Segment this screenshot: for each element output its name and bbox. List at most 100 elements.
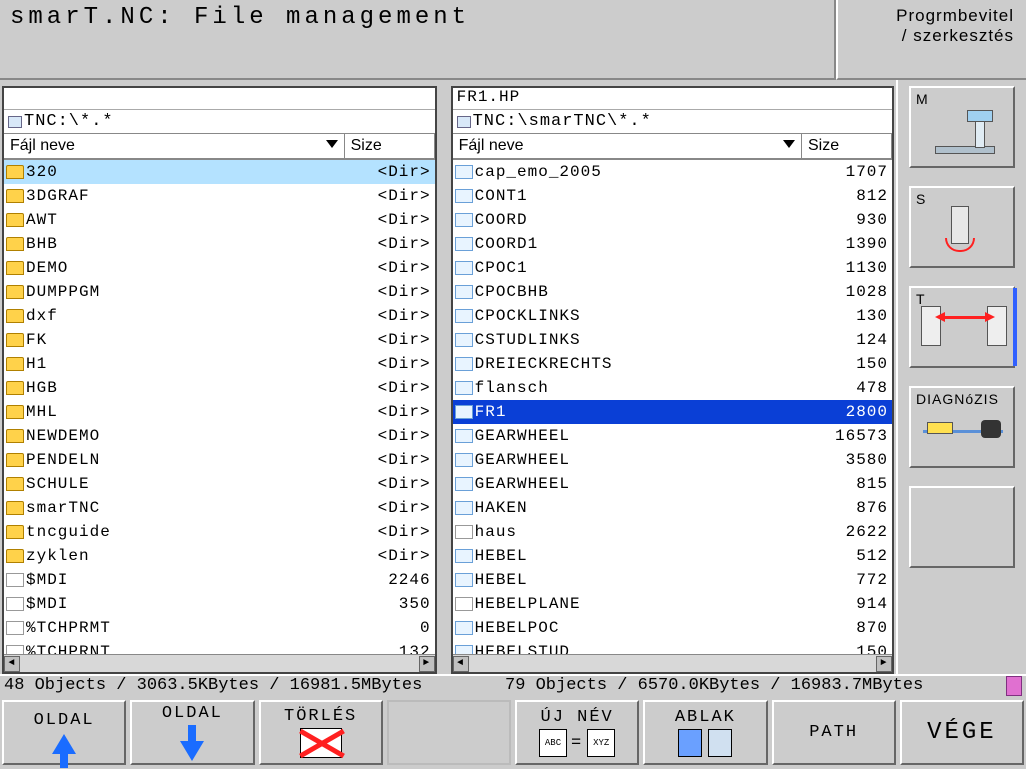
file-row[interactable]: dxf<Dir> <box>4 304 435 328</box>
side-button-machine[interactable]: M <box>909 86 1015 168</box>
file-row[interactable]: smarTNC<Dir> <box>4 496 435 520</box>
file-row[interactable]: zyklen<Dir> <box>4 544 435 568</box>
file-row[interactable]: CPOCKLINKS130 <box>453 304 892 328</box>
left-col-name[interactable]: Fájl neve <box>4 134 345 158</box>
file-row[interactable]: NEWDEMO<Dir> <box>4 424 435 448</box>
file-size: 870 <box>804 619 890 637</box>
dropdown-icon[interactable] <box>326 140 338 148</box>
file-row[interactable]: PENDELN<Dir> <box>4 448 435 472</box>
file-size: 2246 <box>347 571 433 589</box>
scroll-left-icon[interactable]: ◄ <box>453 656 469 672</box>
file-row[interactable]: FK<Dir> <box>4 328 435 352</box>
scroll-left-icon[interactable]: ◄ <box>4 656 20 672</box>
window-icon <box>678 729 732 757</box>
file-row[interactable]: $MDI2246 <box>4 568 435 592</box>
file-name: DREIECKRECHTS <box>475 355 804 373</box>
side-button-tool[interactable]: T <box>909 286 1015 368</box>
file-name: $MDI <box>26 571 347 589</box>
softkey-end[interactable]: VÉGE <box>900 700 1024 765</box>
file-row[interactable]: HEBELPOC870 <box>453 616 892 640</box>
file-row[interactable]: cap_emo_20051707 <box>453 160 892 184</box>
file-row[interactable]: DREIECKRECHTS150 <box>453 352 892 376</box>
delete-x-icon <box>300 728 342 758</box>
right-file-list[interactable]: cap_emo_20051707CONT1812COORD930COORD113… <box>453 160 892 654</box>
file-row[interactable]: HEBELPLANE914 <box>453 592 892 616</box>
file-row[interactable]: HAKEN876 <box>453 496 892 520</box>
left-col-size[interactable]: Size <box>345 134 435 158</box>
side-button-diag[interactable]: DIAGNóZIS <box>909 386 1015 468</box>
file-row[interactable]: FR12800 <box>453 400 892 424</box>
file-row[interactable]: SCHULE<Dir> <box>4 472 435 496</box>
file-pane-left[interactable]: TNC:\*.* Fájl neve Size 320<Dir>3DGRAF<D… <box>2 86 437 674</box>
file-name: FR1 <box>475 403 804 421</box>
file-icon <box>455 261 473 275</box>
file-row[interactable]: $MDI350 <box>4 592 435 616</box>
file-row[interactable]: AWT<Dir> <box>4 208 435 232</box>
side-button-empty[interactable] <box>909 486 1015 568</box>
file-row[interactable]: MHL<Dir> <box>4 400 435 424</box>
arrow-down-icon <box>180 741 204 761</box>
file-size: 124 <box>804 331 890 349</box>
right-input[interactable]: FR1.HP <box>453 88 892 110</box>
file-row[interactable]: DEMO<Dir> <box>4 256 435 280</box>
file-name: 3DGRAF <box>26 187 347 205</box>
file-row[interactable]: GEARWHEEL815 <box>453 472 892 496</box>
file-row[interactable]: COORD930 <box>453 208 892 232</box>
file-name: %TCHPRNT <box>26 643 347 654</box>
file-row[interactable]: HEBEL512 <box>453 544 892 568</box>
side-button-spindle[interactable]: S <box>909 186 1015 268</box>
file-row[interactable]: %TCHPRNT132 <box>4 640 435 654</box>
file-row[interactable]: GEARWHEEL16573 <box>453 424 892 448</box>
file-row[interactable]: BHB<Dir> <box>4 232 435 256</box>
left-hscroll[interactable]: ◄ ► <box>4 654 435 672</box>
softkey-page-down[interactable]: OLDAL <box>130 700 254 765</box>
left-columns[interactable]: Fájl neve Size <box>4 134 435 160</box>
file-row[interactable]: CONT1812 <box>453 184 892 208</box>
left-file-list[interactable]: 320<Dir>3DGRAF<Dir>AWT<Dir>BHB<Dir>DEMO<… <box>4 160 435 654</box>
file-row[interactable]: CSTUDLINKS124 <box>453 328 892 352</box>
dropdown-icon[interactable] <box>783 140 795 148</box>
file-row[interactable]: CPOC11130 <box>453 256 892 280</box>
file-pane-right[interactable]: FR1.HP TNC:\smarTNC\*.* Fájl neve Size c… <box>451 86 894 674</box>
file-icon <box>455 453 473 467</box>
pane-divider[interactable] <box>441 86 447 674</box>
scroll-right-icon[interactable]: ► <box>876 656 892 672</box>
softkey-rename[interactable]: ÚJ NÉV ABC = XYZ <box>515 700 639 765</box>
file-name: HAKEN <box>475 499 804 517</box>
file-icon <box>455 477 473 491</box>
softkey-page-up[interactable]: OLDAL <box>2 700 126 765</box>
right-col-size[interactable]: Size <box>802 134 892 158</box>
file-row[interactable]: CPOCBHB1028 <box>453 280 892 304</box>
file-name: NEWDEMO <box>26 427 347 445</box>
file-size: 132 <box>347 643 433 654</box>
right-hscroll[interactable]: ◄ ► <box>453 654 892 672</box>
file-row[interactable]: DUMPPGM<Dir> <box>4 280 435 304</box>
folder-icon <box>6 501 24 515</box>
file-row[interactable]: GEARWHEEL3580 <box>453 448 892 472</box>
right-col-name[interactable]: Fájl neve <box>453 134 802 158</box>
file-row[interactable]: HGB<Dir> <box>4 376 435 400</box>
softkey-path[interactable]: PATH <box>772 700 896 765</box>
scroll-right-icon[interactable]: ► <box>419 656 435 672</box>
file-row[interactable]: HEBEL772 <box>453 568 892 592</box>
softkey-window[interactable]: ABLAK <box>643 700 767 765</box>
file-row[interactable]: COORD11390 <box>453 232 892 256</box>
file-row[interactable]: 3DGRAF<Dir> <box>4 184 435 208</box>
file-size: <Dir> <box>347 451 433 469</box>
file-row[interactable]: haus2622 <box>453 520 892 544</box>
file-size: <Dir> <box>347 283 433 301</box>
left-input[interactable] <box>4 88 435 110</box>
file-row[interactable]: tncguide<Dir> <box>4 520 435 544</box>
file-name: DEMO <box>26 259 347 277</box>
folder-icon <box>6 165 24 179</box>
file-row[interactable]: flansch478 <box>453 376 892 400</box>
file-row[interactable]: %TCHPRMT0 <box>4 616 435 640</box>
file-icon <box>455 381 473 395</box>
right-columns[interactable]: Fájl neve Size <box>453 134 892 160</box>
file-row[interactable]: 320<Dir> <box>4 160 435 184</box>
file-size: 512 <box>804 547 890 565</box>
file-name: cap_emo_2005 <box>475 163 804 181</box>
file-row[interactable]: HEBELSTUD150 <box>453 640 892 654</box>
softkey-delete[interactable]: TÖRLÉS <box>259 700 383 765</box>
file-row[interactable]: H1<Dir> <box>4 352 435 376</box>
